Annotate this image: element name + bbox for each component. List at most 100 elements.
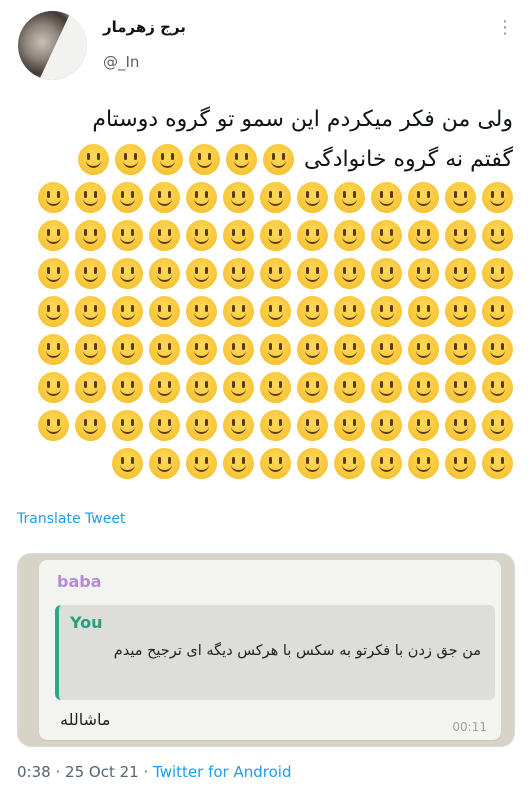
smiley-emoji-icon [186, 448, 217, 479]
smiley-emoji-icon [371, 372, 402, 403]
smiley-emoji-icon [445, 410, 476, 441]
smiley-emoji-icon [334, 410, 365, 441]
smiley-emoji-icon [112, 182, 143, 213]
emoji-row [24, 258, 513, 289]
attached-image[interactable]: baba You من جق زدن با فکرتو به سکس با هر… [17, 553, 515, 747]
smiley-emoji-icon [75, 410, 106, 441]
smiley-emoji-icon [260, 372, 291, 403]
tweet-text-line: گفتم نه گروه خانوادگی [303, 147, 513, 172]
smiley-emoji-icon [445, 220, 476, 251]
smiley-emoji-icon [482, 372, 513, 403]
smiley-emoji-icon [408, 258, 439, 289]
smiley-emoji-icon [38, 410, 69, 441]
smiley-emoji-icon [75, 258, 106, 289]
handle[interactable]: @_In [103, 53, 139, 71]
chat-sender: baba [57, 572, 102, 591]
smiley-emoji-icon [223, 334, 254, 365]
smiley-emoji-icon [297, 410, 328, 441]
smiley-emoji-icon [186, 372, 217, 403]
smiley-emoji-icon [334, 182, 365, 213]
smiley-emoji-icon [112, 296, 143, 327]
smiley-emoji-icon [371, 410, 402, 441]
emoji-grid: گفتم نه گروه خانوادگی [24, 144, 513, 479]
smiley-emoji-icon [334, 448, 365, 479]
separator: · [55, 763, 61, 781]
smiley-emoji-icon [482, 410, 513, 441]
smiley-emoji-icon [371, 334, 402, 365]
emoji-row [24, 296, 513, 327]
smiley-emoji-icon [334, 258, 365, 289]
smiley-emoji-icon [112, 410, 143, 441]
smiley-emoji-icon [408, 372, 439, 403]
reply-author: You [70, 613, 103, 632]
reply-text: من جق زدن با فکرتو به سکس با هرکس دیگه ا… [113, 643, 481, 659]
tweet-meta: 0:38 · 25 Oct 21 · Twitter for Android [17, 763, 291, 781]
smiley-emoji-icon [223, 296, 254, 327]
smiley-emoji-icon [334, 220, 365, 251]
smiley-emoji-icon [260, 220, 291, 251]
smiley-emoji-icon [334, 334, 365, 365]
emoji-row [24, 182, 513, 213]
smiley-emoji-icon [408, 296, 439, 327]
smiley-emoji-icon [371, 296, 402, 327]
tweet-time[interactable]: 0:38 [17, 763, 51, 781]
smiley-emoji-icon [149, 410, 180, 441]
chat-bubble: baba You من جق زدن با فکرتو به سکس با هر… [39, 560, 501, 740]
smiley-emoji-icon [112, 220, 143, 251]
smiley-emoji-icon [371, 182, 402, 213]
smiley-emoji-icon [225, 144, 257, 175]
smiley-emoji-icon [223, 372, 254, 403]
smiley-emoji-icon [112, 258, 143, 289]
smiley-emoji-icon [297, 334, 328, 365]
smiley-emoji-icon [186, 220, 217, 251]
smiley-emoji-icon [223, 448, 254, 479]
smiley-emoji-icon [408, 182, 439, 213]
smiley-emoji-icon [38, 220, 69, 251]
smiley-emoji-icon [408, 220, 439, 251]
smiley-emoji-icon [149, 220, 180, 251]
smiley-emoji-icon [260, 334, 291, 365]
smiley-emoji-icon [297, 220, 328, 251]
smiley-emoji-icon [186, 296, 217, 327]
tweet-text: ولی من فکر میکردم این سمو تو گروه دوستام [24, 101, 513, 139]
emoji-row [24, 448, 513, 479]
smiley-emoji-icon [38, 296, 69, 327]
smiley-emoji-icon [297, 182, 328, 213]
smiley-emoji-icon [186, 334, 217, 365]
separator: · [143, 763, 149, 781]
tweet-source[interactable]: Twitter for Android [153, 763, 291, 781]
smiley-emoji-icon [408, 448, 439, 479]
smiley-emoji-icon [223, 220, 254, 251]
smiley-emoji-icon [260, 296, 291, 327]
smiley-emoji-icon [445, 182, 476, 213]
smiley-emoji-icon [297, 448, 328, 479]
smiley-emoji-icon [223, 410, 254, 441]
tweet-text-line: ولی من فکر میکردم این سمو تو گروه دوستام [92, 107, 513, 132]
smiley-emoji-icon [482, 258, 513, 289]
smiley-emoji-icon [149, 258, 180, 289]
smiley-emoji-icon [260, 182, 291, 213]
avatar[interactable] [18, 11, 87, 80]
smiley-emoji-icon [75, 220, 106, 251]
translate-tweet-link[interactable]: Translate Tweet [17, 511, 125, 527]
smiley-emoji-icon [75, 182, 106, 213]
display-name[interactable]: برج زهرمار [103, 18, 186, 36]
smiley-emoji-icon [149, 182, 180, 213]
smiley-emoji-icon [482, 182, 513, 213]
smiley-emoji-icon [297, 296, 328, 327]
more-dots-icon[interactable]: ⋮ [496, 19, 514, 37]
smiley-emoji-icon [149, 372, 180, 403]
smiley-emoji-icon [408, 410, 439, 441]
smiley-emoji-icon [334, 296, 365, 327]
smiley-emoji-icon [260, 448, 291, 479]
smiley-emoji-icon [445, 372, 476, 403]
smiley-emoji-icon [151, 144, 183, 175]
smiley-emoji-icon [188, 144, 220, 175]
smiley-emoji-icon [112, 448, 143, 479]
smiley-emoji-icon [186, 410, 217, 441]
smiley-emoji-icon [445, 296, 476, 327]
tweet-date[interactable]: 25 Oct 21 [65, 763, 139, 781]
smiley-emoji-icon [408, 334, 439, 365]
smiley-emoji-icon [445, 448, 476, 479]
smiley-emoji-icon [223, 182, 254, 213]
